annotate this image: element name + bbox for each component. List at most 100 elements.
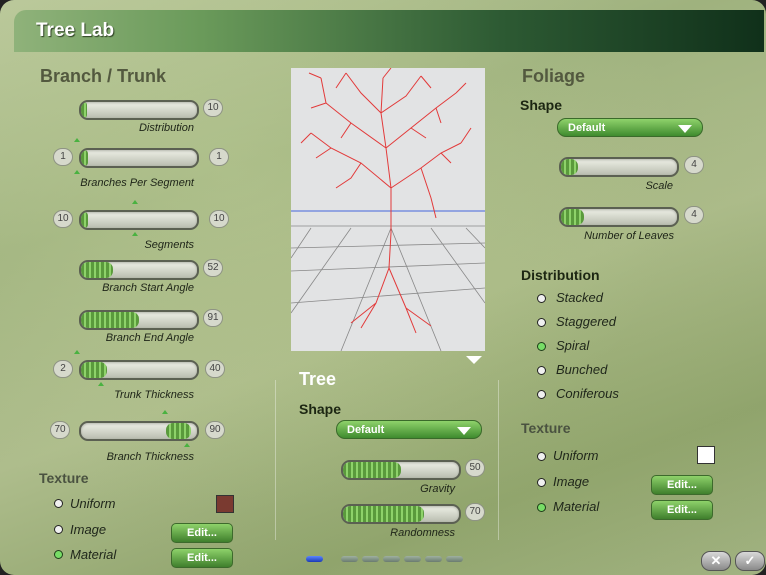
chevron-down-icon bbox=[678, 125, 692, 133]
range-marker bbox=[74, 138, 80, 142]
branch-texture-image-label: Image bbox=[70, 522, 107, 537]
ok-button[interactable]: ✓ bbox=[735, 551, 765, 571]
tree-shape-heading: Shape bbox=[299, 401, 342, 417]
page-dot-5[interactable] bbox=[404, 556, 421, 562]
branch-thickness-slider[interactable] bbox=[79, 421, 199, 441]
distribution-coniferous-label: Coniferous bbox=[556, 386, 619, 401]
number-of-leaves-label: Number of Leaves bbox=[584, 230, 674, 242]
segments-slider[interactable] bbox=[79, 210, 199, 230]
distribution-stacked-label: Stacked bbox=[556, 290, 603, 305]
page-dot-2[interactable] bbox=[341, 556, 358, 562]
tree-preview[interactable] bbox=[290, 67, 486, 352]
branches-per-segment-label: Branches Per Segment bbox=[80, 177, 194, 189]
divider bbox=[275, 380, 276, 540]
randomness-value: 70 bbox=[465, 503, 485, 521]
page-dot-7[interactable] bbox=[446, 556, 463, 562]
page-dot-1[interactable] bbox=[306, 556, 323, 562]
foliage-image-edit-button[interactable]: Edit... bbox=[651, 475, 713, 495]
tree-shape-value: Default bbox=[347, 424, 385, 436]
distribution-spiral-label: Spiral bbox=[556, 338, 590, 353]
branches-per-segment-max: 1 bbox=[209, 148, 229, 166]
window-title: Tree Lab bbox=[36, 20, 115, 41]
branch-material-edit-button[interactable]: Edit... bbox=[171, 548, 233, 568]
title-bar[interactable] bbox=[14, 10, 764, 52]
distribution-label: Distribution bbox=[138, 122, 194, 134]
foliage-texture-material-label: Material bbox=[553, 499, 600, 514]
branch-thickness-max: 90 bbox=[205, 421, 225, 439]
branch-texture-material-radio[interactable] bbox=[54, 550, 63, 559]
segments-min: 10 bbox=[53, 210, 73, 228]
trunk-thickness-max: 40 bbox=[205, 360, 225, 378]
foliage-texture-uniform-radio[interactable] bbox=[537, 452, 546, 461]
randomness-slider[interactable] bbox=[341, 504, 461, 524]
foliage-shape-dropdown[interactable]: Default bbox=[557, 118, 703, 137]
distribution-slider[interactable] bbox=[79, 100, 199, 120]
chevron-down-icon bbox=[457, 427, 471, 435]
scale-label: Scale bbox=[645, 180, 673, 192]
trunk-thickness-min: 2 bbox=[53, 360, 73, 378]
distribution-bunched-radio[interactable] bbox=[537, 366, 546, 375]
distribution-stacked-radio[interactable] bbox=[537, 294, 546, 303]
branch-color-swatch[interactable] bbox=[216, 495, 234, 513]
tree-heading: Tree bbox=[299, 369, 337, 389]
scale-slider[interactable] bbox=[559, 157, 679, 177]
segments-label: Segments bbox=[144, 239, 194, 251]
cancel-button[interactable]: ✕ bbox=[701, 551, 731, 571]
branch-start-angle-slider[interactable] bbox=[79, 260, 199, 280]
foliage-heading: Foliage bbox=[522, 66, 586, 86]
range-marker bbox=[98, 382, 104, 386]
range-marker bbox=[74, 170, 80, 174]
range-marker bbox=[184, 443, 190, 447]
foliage-shape-value: Default bbox=[568, 122, 606, 134]
range-marker bbox=[162, 410, 168, 414]
range-marker bbox=[74, 350, 80, 354]
randomness-label: Randomness bbox=[390, 527, 455, 539]
tree-lab-window: Tree Lab Branch / Trunk 10 Distribution … bbox=[0, 0, 766, 575]
branch-end-angle-value: 91 bbox=[203, 309, 223, 327]
foliage-texture-image-radio[interactable] bbox=[537, 478, 546, 487]
check-icon: ✓ bbox=[744, 553, 756, 568]
branches-per-segment-slider[interactable] bbox=[79, 148, 199, 168]
distribution-coniferous-radio[interactable] bbox=[537, 390, 546, 399]
branches-per-segment-min: 1 bbox=[53, 148, 73, 166]
foliage-texture-heading: Texture bbox=[521, 420, 571, 436]
foliage-color-swatch[interactable] bbox=[697, 446, 715, 464]
branch-texture-heading: Texture bbox=[39, 470, 89, 486]
divider bbox=[498, 380, 499, 540]
branch-heading: Branch / Trunk bbox=[40, 66, 167, 86]
distribution-bunched-label: Bunched bbox=[556, 362, 608, 377]
foliage-texture-material-radio[interactable] bbox=[537, 503, 546, 512]
branch-start-angle-value: 52 bbox=[203, 259, 223, 277]
branch-texture-uniform-radio[interactable] bbox=[54, 499, 63, 508]
distribution-staggered-label: Staggered bbox=[556, 314, 616, 329]
branch-end-angle-slider[interactable] bbox=[79, 310, 199, 330]
branch-thickness-label: Branch Thickness bbox=[106, 451, 194, 463]
number-of-leaves-slider[interactable] bbox=[559, 207, 679, 227]
gravity-slider[interactable] bbox=[341, 460, 461, 480]
foliage-shape-heading: Shape bbox=[520, 97, 563, 113]
branch-texture-image-radio[interactable] bbox=[54, 525, 63, 534]
gravity-label: Gravity bbox=[420, 483, 455, 495]
page-dot-6[interactable] bbox=[425, 556, 442, 562]
foliage-material-edit-button[interactable]: Edit... bbox=[651, 500, 713, 520]
gravity-value: 50 bbox=[465, 459, 485, 477]
page-dot-3[interactable] bbox=[362, 556, 379, 562]
page-dot-4[interactable] bbox=[383, 556, 400, 562]
trunk-thickness-slider[interactable] bbox=[79, 360, 199, 380]
distribution-staggered-radio[interactable] bbox=[537, 318, 546, 327]
x-icon: ✕ bbox=[710, 553, 722, 568]
tree-shape-dropdown[interactable]: Default bbox=[336, 420, 482, 439]
scale-value: 4 bbox=[684, 156, 704, 174]
preview-collapse-icon[interactable] bbox=[466, 356, 482, 364]
branch-texture-uniform-label: Uniform bbox=[70, 496, 116, 511]
trunk-thickness-label: Trunk Thickness bbox=[114, 389, 194, 401]
foliage-texture-uniform-label: Uniform bbox=[553, 448, 599, 463]
distribution-spiral-radio[interactable] bbox=[537, 342, 546, 351]
distribution-value: 10 bbox=[203, 99, 223, 117]
branch-image-edit-button[interactable]: Edit... bbox=[171, 523, 233, 543]
tree-preview-image bbox=[290, 67, 486, 352]
branch-start-angle-label: Branch Start Angle bbox=[102, 282, 194, 294]
branch-end-angle-label: Branch End Angle bbox=[105, 332, 194, 344]
range-marker bbox=[132, 232, 138, 236]
number-of-leaves-value: 4 bbox=[684, 206, 704, 224]
